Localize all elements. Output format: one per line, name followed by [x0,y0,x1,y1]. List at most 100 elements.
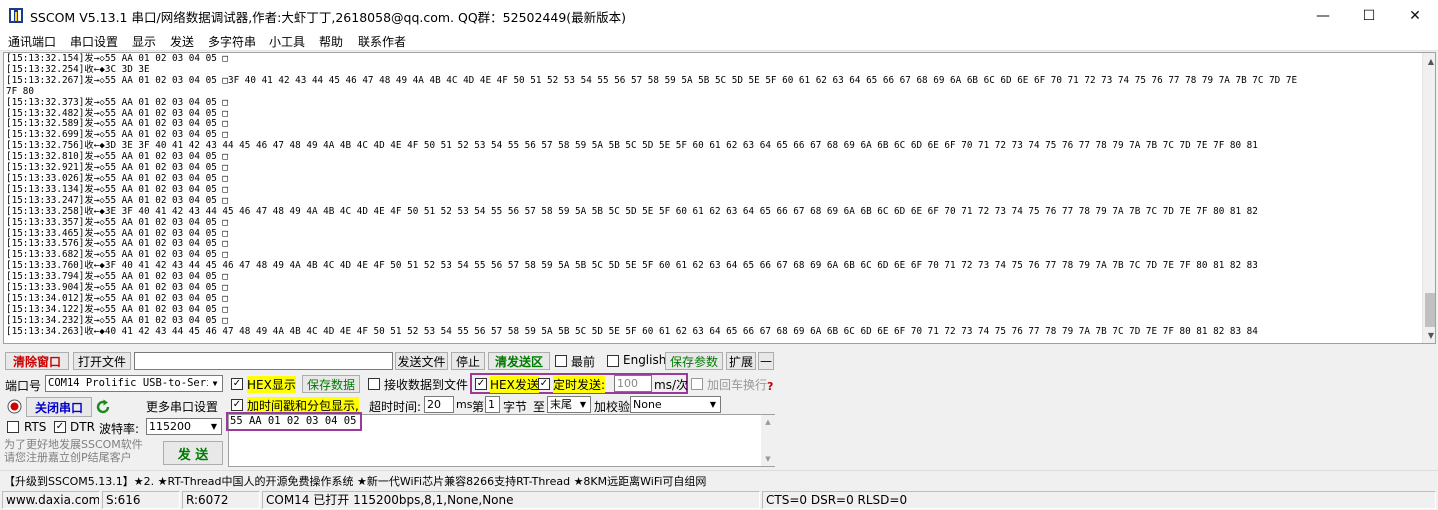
scroll-up-icon[interactable]: ▲ [1423,53,1435,69]
port-value: COM14 Prolific USB-to-Seri [48,377,213,389]
hex-display-label: HEX显示 [247,376,296,393]
log-line: 7F 80 [6,85,34,97]
to-label: 至 [533,400,546,414]
collapse-button[interactable]: — [758,352,774,370]
baud-value: 115200 [149,420,191,433]
menu-comm-port[interactable]: 通讯端口 [8,33,56,50]
checksum-select[interactable]: None ▼ [630,396,721,413]
hex-send-checkbox[interactable]: ✓ [475,378,487,390]
recv-to-file-label: 接收数据到文件 [384,378,469,392]
open-file-button[interactable]: 打开文件 [73,352,131,370]
chevron-down-icon[interactable]: ▼ [706,397,720,412]
status-website[interactable]: www.daxia.com [2,491,100,509]
menu-display[interactable]: 显示 [132,33,156,50]
rts-checkbox[interactable] [7,421,19,433]
scroll-up-icon[interactable]: ▲ [761,416,775,428]
timed-send-checkbox[interactable]: ✓ [538,378,550,390]
menu-send[interactable]: 发送 [170,33,194,50]
help-icon[interactable]: ? [767,380,776,393]
log-line: [15:13:32.267]发→◇55 AA 01 02 03 04 05 □3… [6,74,1298,86]
chevron-down-icon[interactable]: ▼ [208,376,222,391]
timed-send-label: 定时发送: [553,376,606,393]
scroll-down-icon[interactable]: ▼ [761,453,775,465]
log-line: [15:13:34.263]收←◆40 41 42 43 44 45 46 47… [6,325,1258,337]
status-received-count: R:6072 [182,491,260,509]
save-params-button[interactable]: 保存参数 [665,352,723,370]
checksum-label: 加校验 [594,400,631,414]
interval-unit: ms/次 [654,378,688,392]
timeout-label: 超时时间: [369,400,422,414]
log-line: [15:13:32.154]发→◇55 AA 01 02 03 04 05 □ [6,53,228,64]
status-signals: CTS=0 DSR=0 RLSD=0 [762,491,1436,509]
status-sent-count: S:616 [102,491,180,509]
timestamp-checkbox[interactable]: ✓ [231,399,243,411]
dtr-label: DTR [70,420,95,434]
checksum-value: None [633,398,662,411]
minimize-button[interactable]: — [1300,0,1346,31]
timeout-input[interactable]: 20 [424,396,454,413]
byte-prefix: 第 [472,400,485,414]
receive-log[interactable]: [15:13:32.154]发→◇55 AA 01 02 03 04 05 □ [… [3,52,1436,344]
chevron-down-icon[interactable]: ▼ [207,419,221,434]
more-settings-link[interactable]: 更多串口设置 [146,398,218,415]
announcement-text[interactable]: 【升级到SSCOM5.13.1】★2. ★RT-Thread中国人的开源免费操作… [4,473,706,489]
status-bar: www.daxia.com S:616 R:6072 COM14 已打开 115… [0,490,1438,510]
menu-bar: 通讯端口 串口设置 显示 发送 多字符串 小工具 帮助 联系作者 [0,31,1438,51]
save-data-button[interactable]: 保存数据 [302,375,360,393]
log-scrollbar[interactable]: ▲ ▼ [1422,53,1435,343]
dtr-checkbox[interactable]: ✓ [54,421,66,433]
english-label: English [623,353,667,367]
interval-input[interactable]: 100 [614,375,652,392]
clear-window-button[interactable]: 清除窗口 [5,352,69,370]
log-line: [15:13:32.373]发→◇55 AA 01 02 03 04 05 □ [6,96,228,108]
send-button[interactable]: 发 送 [163,441,223,465]
stop-button[interactable]: 停止 [451,352,485,370]
send-file-button[interactable]: 发送文件 [395,352,448,370]
refresh-icon[interactable] [96,399,111,415]
port-label: 端口号 [5,379,42,393]
baud-select[interactable]: 115200 ▼ [146,418,222,435]
announcement-bar: 【升级到SSCOM5.13.1】★2. ★RT-Thread中国人的开源免费操作… [0,470,1438,489]
menu-port-settings[interactable]: 串口设置 [70,33,118,50]
rts-label: RTS [24,420,47,434]
log-line: [15:13:33.258]收←◆3E 3F 40 41 42 43 44 45… [6,205,1258,217]
chevron-down-icon[interactable]: ▼ [576,397,590,412]
timeout-unit: ms [456,398,473,411]
status-port-info: COM14 已打开 115200bps,8,1,None,None [262,491,760,509]
tail-select[interactable]: 末尾 ▼ [547,396,591,413]
menu-help[interactable]: 帮助 [319,33,343,50]
send-scrollbar[interactable]: ▲ ▼ [761,415,775,466]
log-lines: [15:13:32.154]发→◇55 AA 01 02 03 04 05 □ [… [6,53,1416,338]
baud-label: 波特率: [99,422,140,436]
title-bar: SSCOM V5.13.1 串口/网络数据调试器,作者:大虾丁丁,2618058… [0,0,1438,31]
port-select[interactable]: COM14 Prolific USB-to-Seri ▼ [45,375,223,392]
hex-display-checkbox[interactable]: ✓ [231,378,243,390]
promo-text: 为了更好地发展SSCOM软件 请您注册嘉立创P结尾客户 [4,438,143,464]
append-crlf-label: 加回车换行 [707,378,768,392]
close-port-button[interactable]: 关闭串口 [26,397,92,417]
record-icon [7,399,22,414]
byte-label: 字节 [503,400,528,414]
clear-send-area-button[interactable]: 清发送区 [488,352,550,370]
append-crlf-checkbox[interactable] [691,378,703,390]
topmost-label: 最前 [571,355,596,369]
window-title: SSCOM V5.13.1 串口/网络数据调试器,作者:大虾丁丁,2618058… [30,10,627,25]
maximize-button[interactable]: ☐ [1346,0,1392,31]
menu-multi-string[interactable]: 多字符串 [208,33,256,50]
tail-value: 末尾 [550,398,572,411]
sscom-icon [9,8,23,23]
menu-tools[interactable]: 小工具 [269,33,305,50]
scroll-thumb[interactable] [1425,293,1435,327]
hex-send-label: HEX发送 [490,376,539,393]
byte-index-input[interactable]: 1 [485,396,500,413]
topmost-checkbox[interactable] [555,355,567,367]
menu-contact-author[interactable]: 联系作者 [358,33,406,50]
scroll-down-icon[interactable]: ▼ [1423,327,1435,343]
file-path-input[interactable] [134,352,393,370]
send-text-value: 55 AA 01 02 03 04 05 [230,415,357,427]
expand-button[interactable]: 扩展 [726,352,756,370]
close-button[interactable]: ✕ [1392,0,1438,31]
log-line: [15:13:33.357]发→◇55 AA 01 02 03 04 05 □ [6,216,228,228]
english-checkbox[interactable] [607,355,619,367]
recv-to-file-checkbox[interactable] [368,378,380,390]
